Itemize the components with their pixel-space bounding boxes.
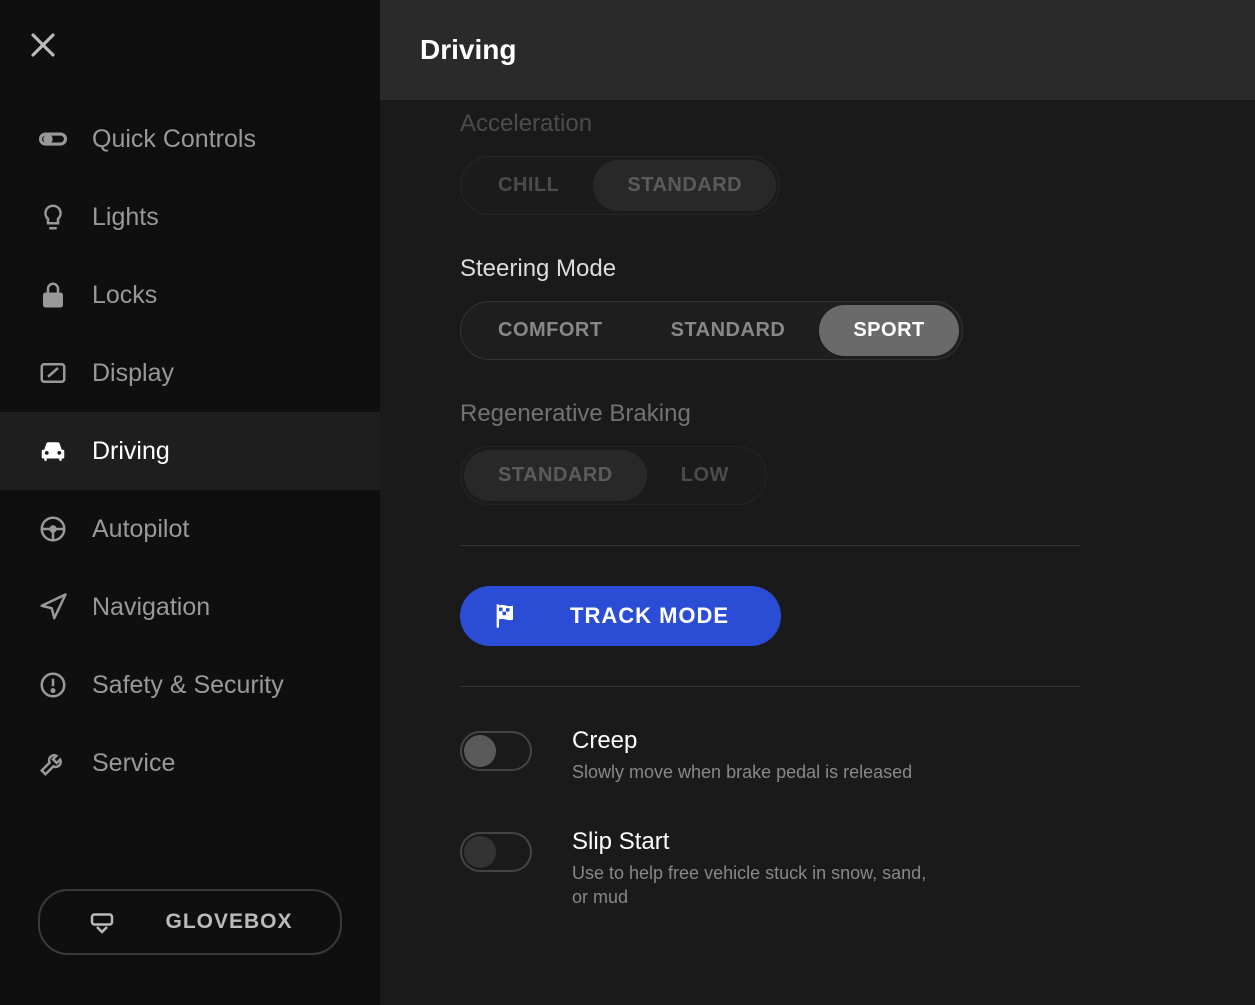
panel-header: Driving xyxy=(380,0,1255,100)
navigation-icon xyxy=(38,592,68,622)
regen-option-standard[interactable]: STANDARD xyxy=(464,450,647,501)
steering-option-comfort[interactable]: COMFORT xyxy=(464,305,637,356)
acceleration-segmented: CHILL STANDARD xyxy=(460,156,780,215)
toggle-knob xyxy=(464,836,496,868)
sidebar: Quick Controls Lights Locks Display Driv… xyxy=(0,0,380,1005)
setting-label: Steering Mode xyxy=(460,255,1215,283)
sidebar-item-label: Safety & Security xyxy=(92,671,284,700)
sidebar-item-label: Navigation xyxy=(92,593,210,622)
sidebar-item-locks[interactable]: Locks xyxy=(0,256,380,334)
sidebar-item-label: Quick Controls xyxy=(92,125,256,154)
car-icon xyxy=(38,436,68,466)
setting-creep: Creep Slowly move when brake pedal is re… xyxy=(460,727,1215,784)
divider xyxy=(460,686,1080,687)
sidebar-item-driving[interactable]: Driving xyxy=(0,412,380,490)
sidebar-item-label: Lights xyxy=(92,203,159,232)
setting-regenerative-braking: Regenerative Braking STANDARD LOW xyxy=(460,400,1215,505)
sidebar-item-label: Service xyxy=(92,749,175,778)
creep-toggle[interactable] xyxy=(460,731,532,771)
setting-label: Acceleration xyxy=(460,110,1215,138)
glovebox-icon xyxy=(87,907,117,937)
content-area[interactable]: Acceleration CHILL STANDARD Steering Mod… xyxy=(380,100,1255,1005)
sidebar-item-navigation[interactable]: Navigation xyxy=(0,568,380,646)
sidebar-item-autopilot[interactable]: Autopilot xyxy=(0,490,380,568)
checkered-flag-icon xyxy=(492,602,520,630)
track-mode-label: TRACK MODE xyxy=(570,603,729,629)
slip-start-toggle[interactable] xyxy=(460,832,532,872)
steering-option-standard[interactable]: STANDARD xyxy=(637,305,820,356)
lightbulb-icon xyxy=(38,202,68,232)
sidebar-item-quick-controls[interactable]: Quick Controls xyxy=(0,100,380,178)
steering-segmented: COMFORT STANDARD SPORT xyxy=(460,301,963,360)
sidebar-item-display[interactable]: Display xyxy=(0,334,380,412)
acceleration-option-standard[interactable]: STANDARD xyxy=(593,160,776,211)
sidebar-item-service[interactable]: Service xyxy=(0,724,380,802)
close-button[interactable] xyxy=(28,30,58,60)
toggle-title: Slip Start xyxy=(572,828,932,856)
setting-acceleration: Acceleration CHILL STANDARD xyxy=(460,110,1215,215)
acceleration-option-chill[interactable]: CHILL xyxy=(464,160,593,211)
toggle-icon xyxy=(38,124,68,154)
toggle-description: Use to help free vehicle stuck in snow, … xyxy=(572,862,932,909)
toggle-knob xyxy=(464,735,496,767)
sidebar-item-label: Locks xyxy=(92,281,157,310)
display-icon xyxy=(38,358,68,388)
sidebar-item-safety-security[interactable]: Safety & Security xyxy=(0,646,380,724)
glovebox-button[interactable]: GLOVEBOX xyxy=(38,889,342,955)
lock-icon xyxy=(38,280,68,310)
track-mode-button[interactable]: TRACK MODE xyxy=(460,586,781,646)
toggle-title: Creep xyxy=(572,727,912,755)
regen-segmented: STANDARD LOW xyxy=(460,446,767,505)
setting-slip-start: Slip Start Use to help free vehicle stuc… xyxy=(460,828,1215,909)
toggle-description: Slowly move when brake pedal is released xyxy=(572,761,912,784)
page-title: Driving xyxy=(420,34,1215,66)
main-panel: Driving Acceleration CHILL STANDARD Stee… xyxy=(380,0,1255,1005)
sidebar-item-label: Display xyxy=(92,359,174,388)
sidebar-item-label: Autopilot xyxy=(92,515,189,544)
sidebar-item-lights[interactable]: Lights xyxy=(0,178,380,256)
divider xyxy=(460,545,1080,546)
glovebox-label: GLOVEBOX xyxy=(165,910,292,934)
steering-option-sport[interactable]: SPORT xyxy=(819,305,958,356)
setting-label: Regenerative Braking xyxy=(460,400,1215,428)
wrench-icon xyxy=(38,748,68,778)
setting-steering-mode: Steering Mode COMFORT STANDARD SPORT xyxy=(460,255,1215,360)
alert-circle-icon xyxy=(38,670,68,700)
steering-wheel-icon xyxy=(38,514,68,544)
sidebar-item-label: Driving xyxy=(92,437,170,466)
regen-option-low[interactable]: LOW xyxy=(647,450,763,501)
